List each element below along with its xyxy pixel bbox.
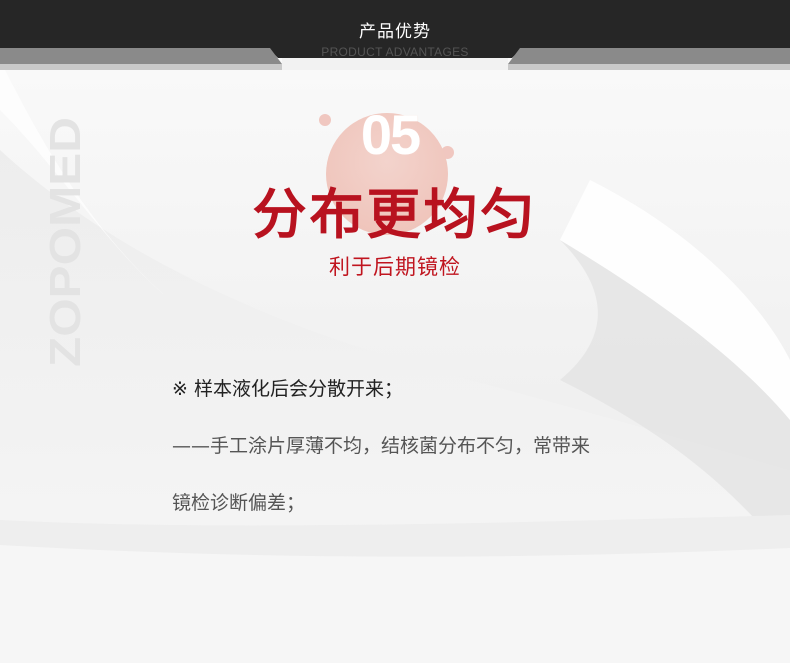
description-line-2: ——手工涂片厚薄不均，结核菌分布不匀，常带来 [172, 435, 591, 457]
description-line-3: 镜检诊断偏差； [172, 492, 306, 514]
feature-subtitle: 利于后期镜检 [329, 255, 461, 279]
background-waves [0, 60, 790, 663]
header-subtitle: PRODUCT ADVANTAGES [321, 45, 469, 59]
description-line-1: ※ 样本液化后会分散开来； [172, 378, 403, 400]
header-banner: 产品优势 PRODUCT ADVANTAGES [0, 0, 790, 70]
feature-number: 05 [360, 103, 421, 166]
decor-dot-left [319, 114, 331, 126]
product-advantage-page: 产品优势 PRODUCT ADVANTAGES ZOPOMED 05 分布更均匀… [0, 0, 790, 663]
header-title: 产品优势 [359, 22, 431, 42]
feature-title: 分布更均匀 [252, 183, 538, 246]
